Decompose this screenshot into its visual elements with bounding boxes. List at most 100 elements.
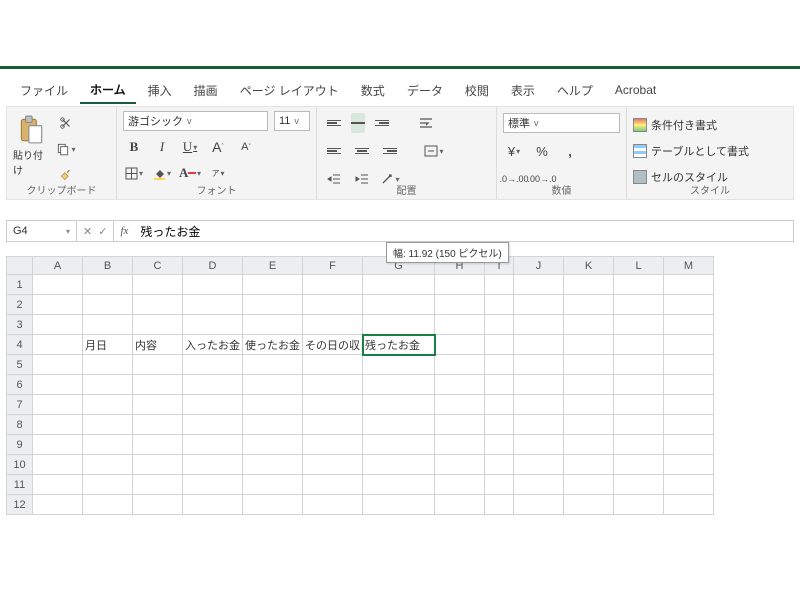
cell[interactable] bbox=[183, 295, 243, 315]
cell[interactable] bbox=[363, 415, 435, 435]
cell[interactable] bbox=[485, 275, 514, 295]
cell[interactable] bbox=[435, 375, 485, 395]
cell[interactable] bbox=[564, 375, 614, 395]
cell[interactable] bbox=[435, 275, 485, 295]
cell[interactable] bbox=[133, 375, 183, 395]
cell[interactable] bbox=[514, 415, 564, 435]
tab-insert[interactable]: 挿入 bbox=[138, 78, 182, 103]
cell[interactable] bbox=[303, 275, 363, 295]
tab-pagelayout[interactable]: ページ レイアウト bbox=[230, 78, 349, 103]
cell[interactable] bbox=[243, 355, 303, 375]
number-format-select[interactable]: 標準v bbox=[503, 113, 620, 133]
cell[interactable] bbox=[133, 395, 183, 415]
shrink-font-button[interactable]: Aˇ bbox=[235, 137, 257, 157]
align-left-button[interactable] bbox=[323, 141, 345, 161]
column-header[interactable]: F bbox=[303, 257, 363, 275]
cell[interactable] bbox=[33, 475, 83, 495]
cell[interactable] bbox=[435, 295, 485, 315]
cell[interactable] bbox=[564, 415, 614, 435]
font-family-select[interactable]: 游ゴシックv bbox=[123, 111, 268, 131]
cell[interactable] bbox=[83, 395, 133, 415]
wrap-text-button[interactable] bbox=[415, 113, 437, 133]
cell[interactable] bbox=[183, 415, 243, 435]
cell[interactable] bbox=[183, 275, 243, 295]
cell[interactable] bbox=[664, 455, 714, 475]
cell[interactable] bbox=[485, 315, 514, 335]
cell[interactable] bbox=[514, 335, 564, 355]
cell[interactable] bbox=[83, 475, 133, 495]
cell[interactable] bbox=[133, 295, 183, 315]
cell[interactable]: 残ったお金 bbox=[363, 335, 435, 355]
cell[interactable] bbox=[363, 395, 435, 415]
cell[interactable] bbox=[133, 315, 183, 335]
cell[interactable] bbox=[183, 475, 243, 495]
cell[interactable] bbox=[183, 315, 243, 335]
select-all-corner[interactable] bbox=[7, 257, 33, 275]
cell[interactable] bbox=[614, 295, 664, 315]
cell[interactable] bbox=[485, 295, 514, 315]
align-right-button[interactable] bbox=[379, 141, 401, 161]
cell[interactable] bbox=[363, 275, 435, 295]
cell[interactable] bbox=[435, 455, 485, 475]
cell[interactable] bbox=[564, 355, 614, 375]
cell[interactable] bbox=[664, 275, 714, 295]
cell[interactable] bbox=[183, 375, 243, 395]
conditional-formatting-button[interactable]: 条件付き書式 bbox=[633, 115, 717, 135]
cell[interactable] bbox=[564, 495, 614, 515]
row-header[interactable]: 3 bbox=[7, 315, 33, 335]
cell[interactable] bbox=[664, 395, 714, 415]
cell[interactable] bbox=[33, 455, 83, 475]
cell[interactable] bbox=[614, 435, 664, 455]
cell[interactable] bbox=[514, 435, 564, 455]
merge-button[interactable]: ▾ bbox=[423, 141, 445, 161]
cell[interactable] bbox=[485, 375, 514, 395]
cell[interactable]: その日の収 bbox=[303, 335, 363, 355]
cell[interactable] bbox=[485, 395, 514, 415]
cell[interactable] bbox=[564, 395, 614, 415]
cell[interactable] bbox=[33, 295, 83, 315]
cell[interactable] bbox=[243, 275, 303, 295]
cut-button[interactable] bbox=[55, 113, 77, 133]
cell[interactable] bbox=[303, 475, 363, 495]
cell[interactable] bbox=[303, 435, 363, 455]
cell[interactable] bbox=[83, 275, 133, 295]
row-header[interactable]: 6 bbox=[7, 375, 33, 395]
cell[interactable] bbox=[614, 275, 664, 295]
cell[interactable] bbox=[664, 295, 714, 315]
cell[interactable] bbox=[514, 295, 564, 315]
cell[interactable] bbox=[485, 495, 514, 515]
cell[interactable] bbox=[664, 415, 714, 435]
column-header[interactable]: B bbox=[83, 257, 133, 275]
cell[interactable] bbox=[33, 415, 83, 435]
cell[interactable] bbox=[33, 315, 83, 335]
cell[interactable] bbox=[303, 355, 363, 375]
cell[interactable] bbox=[564, 315, 614, 335]
cell[interactable]: 内容 bbox=[133, 335, 183, 355]
bold-button[interactable]: B bbox=[123, 137, 145, 157]
cell[interactable] bbox=[564, 295, 614, 315]
row-header[interactable]: 12 bbox=[7, 495, 33, 515]
cell[interactable] bbox=[564, 455, 614, 475]
cell[interactable] bbox=[664, 355, 714, 375]
cell[interactable] bbox=[435, 395, 485, 415]
cell[interactable] bbox=[33, 355, 83, 375]
cell[interactable] bbox=[243, 375, 303, 395]
cell[interactable] bbox=[363, 355, 435, 375]
cell[interactable] bbox=[514, 475, 564, 495]
row-header[interactable]: 2 bbox=[7, 295, 33, 315]
column-header[interactable]: L bbox=[614, 257, 664, 275]
tab-draw[interactable]: 描画 bbox=[184, 78, 228, 103]
column-header[interactable]: D bbox=[183, 257, 243, 275]
cell[interactable] bbox=[183, 455, 243, 475]
row-header[interactable]: 11 bbox=[7, 475, 33, 495]
cell[interactable] bbox=[33, 435, 83, 455]
cell[interactable] bbox=[363, 495, 435, 515]
row-header[interactable]: 9 bbox=[7, 435, 33, 455]
cell[interactable] bbox=[435, 495, 485, 515]
cell[interactable] bbox=[303, 375, 363, 395]
tab-home[interactable]: ホーム bbox=[80, 77, 136, 104]
cell[interactable] bbox=[243, 415, 303, 435]
cell[interactable] bbox=[485, 475, 514, 495]
cell[interactable] bbox=[33, 335, 83, 355]
cell[interactable] bbox=[243, 475, 303, 495]
